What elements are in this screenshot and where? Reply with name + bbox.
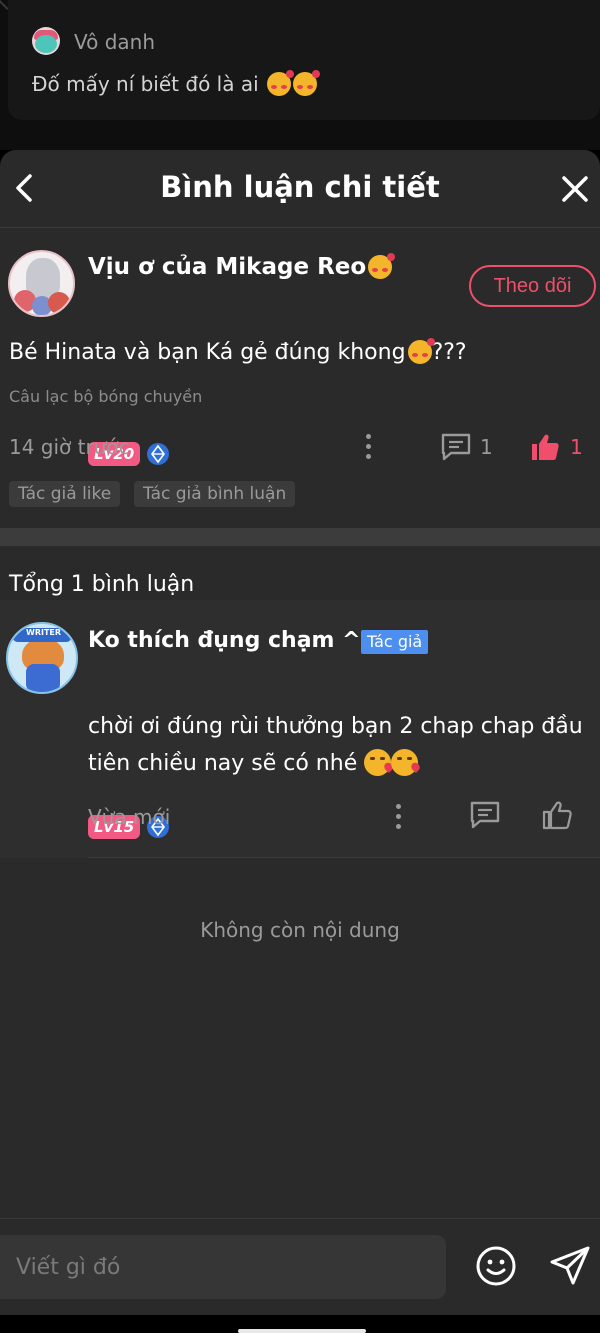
comment-composer <box>0 1218 600 1315</box>
verified-shield-icon <box>147 443 169 465</box>
follow-button[interactable]: Theo dõi <box>469 265 596 307</box>
post-timestamp: 14 giờ trước <box>9 435 130 459</box>
smiling-hearts-emoji-icon <box>267 70 294 96</box>
background-avatar <box>32 27 60 55</box>
kissing-face-emoji-icon <box>391 749 419 776</box>
smiling-hearts-emoji-icon <box>407 338 435 364</box>
thumbs-up-outline-icon[interactable] <box>542 800 572 830</box>
post-text-label: Bé Hinata và bạn Ká gẻ đúng khong <box>9 340 406 365</box>
thumbs-up-filled-icon[interactable] <box>530 432 560 462</box>
post-comment-count: 1 <box>480 435 493 459</box>
comment-author-avatar[interactable]: WRITER <box>6 622 78 694</box>
post-group-link[interactable]: Câu lạc bộ bóng chuyền <box>9 387 202 406</box>
comment-author-name[interactable]: Ko thích đụng chạm ^^ <box>88 628 379 653</box>
smiling-hearts-emoji-icon <box>293 70 320 96</box>
comment-divider <box>88 857 600 858</box>
end-of-content-label: Không còn nội dung <box>200 918 400 942</box>
author-tag-badge: Tác giả <box>361 630 429 654</box>
post-like-count: 1 <box>570 435 583 459</box>
post-author-name-label: Vịu ơ của Mikage Reo <box>88 254 367 280</box>
home-indicator[interactable] <box>238 1329 366 1333</box>
background-author-name: Vô danh <box>74 30 156 54</box>
emoji-picker-icon[interactable] <box>475 1245 517 1287</box>
writer-avatar-label: WRITER <box>26 628 62 637</box>
background-post-text: Đố mấy ní biết đó là ai <box>32 70 320 96</box>
post-text: Bé Hinata và bạn Ká gẻ đúng khong??? <box>9 338 467 365</box>
author-comment-tag: Tác giả bình luận <box>134 481 296 507</box>
section-divider <box>0 528 600 546</box>
comment-detail-sheet: Bình luận chi tiết Vịu ơ của Mikage Reo … <box>0 150 600 1315</box>
comment-total-heading: Tổng 1 bình luận <box>9 572 195 597</box>
comment-timestamp: Vừa mới <box>88 805 171 829</box>
author-like-tag: Tác giả like <box>9 481 121 507</box>
close-icon[interactable] <box>556 170 594 208</box>
smiling-hearts-emoji-icon <box>368 253 396 279</box>
sheet-header: Bình luận chi tiết <box>0 150 600 228</box>
page-title: Bình luận chi tiết <box>160 170 440 204</box>
send-icon[interactable] <box>548 1245 592 1287</box>
background-post-card: Vô danh Đố mấy ní biết đó là ai <box>8 0 600 120</box>
kissing-face-emoji-icon <box>364 749 392 776</box>
comment-icon[interactable] <box>440 432 472 462</box>
post-author-avatar[interactable] <box>8 250 75 317</box>
comment-reply-icon[interactable] <box>469 800 501 830</box>
comment-input[interactable] <box>0 1235 446 1299</box>
post-text-suffix: ??? <box>431 340 467 365</box>
more-options-icon[interactable] <box>366 434 372 460</box>
post-author-name[interactable]: Vịu ơ của Mikage Reo <box>88 253 396 280</box>
comment-text: chời ơi đúng rùi thưởng bạn 2 chap chap … <box>88 708 593 782</box>
comment-more-options-icon[interactable] <box>396 804 402 830</box>
background-post-text-label: Đố mấy ní biết đó là ai <box>32 72 259 96</box>
comment-text-label: chời ơi đúng rùi thưởng bạn 2 chap chap … <box>88 714 583 776</box>
